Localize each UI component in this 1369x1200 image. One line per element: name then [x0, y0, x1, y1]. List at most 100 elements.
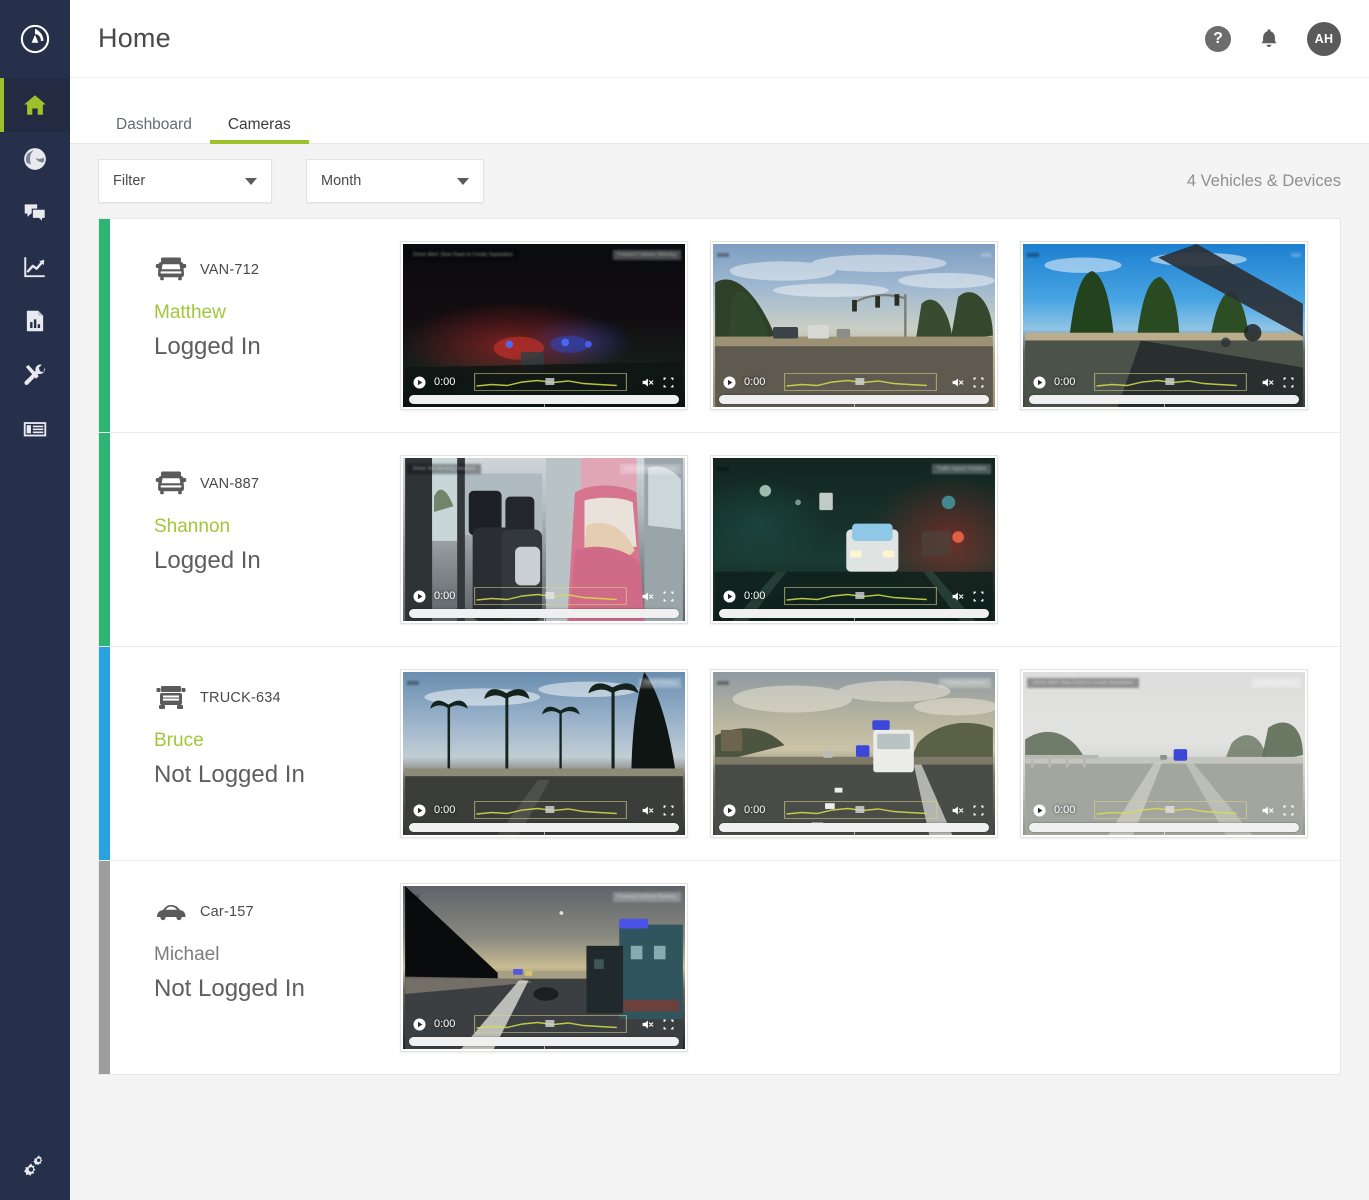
- login-status: Logged In: [154, 333, 400, 361]
- fullscreen-icon[interactable]: [972, 376, 985, 389]
- vehicle-info: TRUCK-634 Bruce Not Logged In: [110, 669, 400, 838]
- video-controls: 0:00: [403, 585, 685, 607]
- video-scrubber[interactable]: [409, 1037, 679, 1046]
- video-hud-overlay: [1023, 244, 1305, 266]
- play-icon[interactable]: [413, 376, 426, 389]
- video-thumbnail[interactable]: 0:00: [710, 241, 998, 410]
- vehicle-header: TRUCK-634: [154, 683, 400, 713]
- volume-mute-icon[interactable]: [641, 1018, 654, 1031]
- report-icon: [22, 308, 48, 334]
- bell-icon[interactable]: [1257, 26, 1281, 52]
- video-player[interactable]: Driver Alert: Slow Down to Create Separa…: [403, 244, 685, 407]
- fullscreen-icon[interactable]: [1282, 376, 1295, 389]
- hud-meta-text: [1291, 253, 1301, 257]
- volume-mute-icon[interactable]: [1261, 376, 1274, 389]
- video-time: 0:00: [1054, 804, 1080, 816]
- fullscreen-icon[interactable]: [662, 590, 675, 603]
- fullscreen-icon[interactable]: [1282, 804, 1295, 817]
- video-thumbnail[interactable]: Harsh Braking 0:00: [400, 669, 688, 838]
- volume-mute-icon[interactable]: [641, 804, 654, 817]
- play-icon[interactable]: [1033, 804, 1046, 817]
- video-thumbnail[interactable]: 0:00: [1020, 241, 1308, 410]
- month-select[interactable]: Month: [306, 159, 484, 203]
- video-player[interactable]: Harsh Braking 0:00: [403, 672, 685, 835]
- video-player[interactable]: 0:00: [1023, 244, 1305, 407]
- video-hud-overlay: Driver Not Wearing Seatbelt Cab In-Facin…: [403, 458, 685, 480]
- video-scrubber[interactable]: [409, 395, 679, 404]
- video-controls: 0:00: [713, 585, 995, 607]
- login-status: Logged In: [154, 547, 400, 575]
- video-player[interactable]: Driver Alert: Slow Down to Create Separa…: [1023, 672, 1305, 835]
- video-controls: 0:00: [1023, 799, 1305, 821]
- sidebar-item-records[interactable]: [0, 402, 70, 456]
- sidebar-item-home[interactable]: [0, 78, 70, 132]
- fullscreen-icon[interactable]: [662, 376, 675, 389]
- table-row[interactable]: VAN-712 Matthew Logged In D: [99, 219, 1340, 433]
- play-icon[interactable]: [723, 590, 736, 603]
- sidebar-item-reports[interactable]: [0, 294, 70, 348]
- video-scrubber[interactable]: [1029, 823, 1299, 832]
- help-circle-icon[interactable]: ?: [1205, 26, 1231, 52]
- sidebar-item-live-map[interactable]: [0, 132, 70, 186]
- sidebar-item-settings[interactable]: [0, 1130, 70, 1200]
- table-row[interactable]: TRUCK-634 Bruce Not Logged In: [99, 647, 1340, 861]
- video-thumbnail[interactable]: Driver Alert: Slow Down to Create Separa…: [400, 241, 688, 410]
- video-scrubber[interactable]: [719, 823, 989, 832]
- volume-mute-icon[interactable]: [951, 376, 964, 389]
- hud-alert-text: Driver Alert: Slow Down to Create Separa…: [1027, 678, 1139, 688]
- hud-meta-text: Forward Collision Warning: [613, 892, 681, 903]
- fullscreen-icon[interactable]: [662, 1018, 675, 1031]
- video-thumbnail[interactable]: Forward Collision Warning 0:00: [400, 883, 688, 1052]
- play-icon[interactable]: [723, 376, 736, 389]
- video-scrubber[interactable]: [409, 609, 679, 618]
- video-player[interactable]: 0:00: [713, 244, 995, 407]
- vehicle-info: Car-157 Michael Not Logged In: [110, 883, 400, 1052]
- volume-mute-icon[interactable]: [951, 590, 964, 603]
- play-icon[interactable]: [413, 804, 426, 817]
- video-player[interactable]: Following Distance 0:00: [713, 672, 995, 835]
- volume-mute-icon[interactable]: [641, 376, 654, 389]
- table-row[interactable]: VAN-887 Shannon Logged In: [99, 433, 1340, 647]
- fullscreen-icon[interactable]: [972, 590, 985, 603]
- volume-mute-icon[interactable]: [951, 804, 964, 817]
- top-bar: Home ? AH: [70, 0, 1369, 78]
- sidebar-item-maintenance[interactable]: [0, 348, 70, 402]
- video-hud-overlay: Forward Collision Warning: [403, 886, 685, 908]
- sidebar-nav: [0, 78, 70, 456]
- tab-cameras[interactable]: Cameras: [210, 117, 309, 144]
- play-icon[interactable]: [413, 1018, 426, 1031]
- filter-select[interactable]: Filter: [98, 159, 272, 203]
- tab-dashboard[interactable]: Dashboard: [98, 117, 210, 144]
- video-thumbnail[interactable]: Traffic Signal Violation 0:00: [710, 455, 998, 624]
- page-title: Home: [98, 23, 171, 54]
- video-thumbnail[interactable]: Following Distance 0:00: [710, 669, 998, 838]
- video-scrubber[interactable]: [409, 823, 679, 832]
- content-area: VAN-712 Matthew Logged In D: [70, 218, 1369, 1200]
- hud-alert-text: [717, 253, 729, 257]
- app-root: Home ? AH Dashboard Cameras Filter Month: [0, 0, 1369, 1200]
- fullscreen-icon[interactable]: [972, 804, 985, 817]
- sidebar-item-analytics[interactable]: [0, 240, 70, 294]
- video-scrubber[interactable]: [719, 395, 989, 404]
- video-time: 0:00: [744, 590, 770, 602]
- sidebar-item-messages[interactable]: [0, 186, 70, 240]
- play-icon[interactable]: [723, 804, 736, 817]
- play-icon[interactable]: [1033, 376, 1046, 389]
- vehicle-header: VAN-887: [154, 469, 400, 499]
- clip-list: Driver Not Wearing Seatbelt Cab In-Facin…: [400, 455, 1340, 624]
- video-player[interactable]: Driver Not Wearing Seatbelt Cab In-Facin…: [403, 458, 685, 621]
- table-row[interactable]: Car-157 Michael Not Logged In: [99, 861, 1340, 1074]
- video-player[interactable]: Forward Collision Warning 0:00: [403, 886, 685, 1049]
- video-scrubber[interactable]: [1029, 395, 1299, 404]
- volume-mute-icon[interactable]: [1261, 804, 1274, 817]
- video-thumbnail[interactable]: Driver Not Wearing Seatbelt Cab In-Facin…: [400, 455, 688, 624]
- hud-meta-text: Following Distance: [939, 678, 991, 689]
- video-player[interactable]: Traffic Signal Violation 0:00: [713, 458, 995, 621]
- video-thumbnail[interactable]: Driver Alert: Slow Down to Create Separa…: [1020, 669, 1308, 838]
- volume-mute-icon[interactable]: [641, 590, 654, 603]
- video-scrubber[interactable]: [719, 609, 989, 618]
- avatar[interactable]: AH: [1307, 22, 1341, 56]
- play-icon[interactable]: [413, 590, 426, 603]
- brand-logo[interactable]: [0, 0, 70, 78]
- fullscreen-icon[interactable]: [662, 804, 675, 817]
